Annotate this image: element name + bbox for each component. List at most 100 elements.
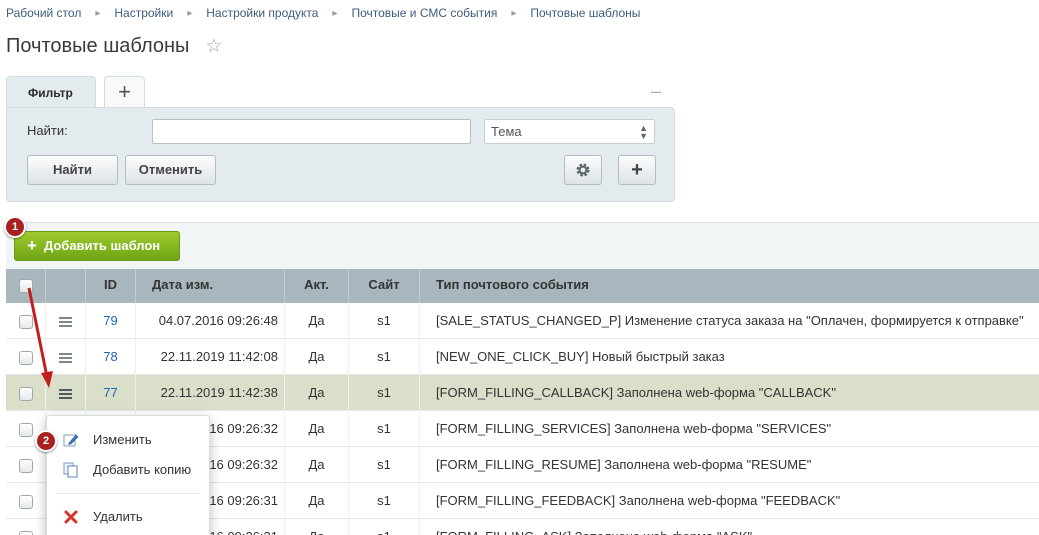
search-input[interactable] <box>152 119 471 144</box>
row-active: Да <box>285 447 349 482</box>
row-actions-cell <box>46 339 86 374</box>
find-button[interactable]: Найти <box>27 155 118 185</box>
search-field-select-value: Тема <box>491 124 522 139</box>
row-checkbox[interactable] <box>18 314 33 329</box>
step-badge-2: 2 <box>35 430 57 452</box>
edit-pencil-icon <box>63 434 79 447</box>
row-event-type: [FORM_FILLING_CALLBACK] Заполнена web-фо… <box>436 385 836 400</box>
row-active: Да <box>285 303 349 338</box>
table-row[interactable]: 79 04.07.2016 09:26:48 Да s1 [SALE_STATU… <box>6 303 1039 339</box>
select-all-checkbox[interactable] <box>18 278 33 293</box>
header-active[interactable]: Акт. <box>285 269 349 303</box>
breadcrumb: Рабочий стол ▸ Настройки ▸ Настройки про… <box>6 6 640 20</box>
page-title-container: Почтовые шаблоны ☆ <box>6 35 222 58</box>
row-id: 79 <box>86 303 136 338</box>
favorite-star-icon[interactable]: ☆ <box>205 35 222 58</box>
breadcrumb-separator-icon: ▸ <box>332 7 338 19</box>
header-site[interactable]: Сайт <box>349 269 420 303</box>
table-row[interactable]: 78 22.11.2019 11:42:08 Да s1 [NEW_ONE_CL… <box>6 339 1039 375</box>
row-id: 78 <box>86 339 136 374</box>
row-checkbox[interactable] <box>18 386 33 401</box>
row-id-link[interactable]: 79 <box>103 313 117 328</box>
gear-icon <box>576 163 590 177</box>
breadcrumb-product-settings[interactable]: Настройки продукта <box>206 6 318 20</box>
row-checkbox[interactable] <box>18 422 33 437</box>
breadcrumb-desktop[interactable]: Рабочий стол <box>6 6 81 20</box>
menu-item-edit[interactable]: Изменить <box>47 426 211 454</box>
breadcrumb-separator-icon: ▸ <box>511 7 517 19</box>
row-menu-icon[interactable] <box>59 351 72 365</box>
row-site: s1 <box>349 375 420 410</box>
menu-item-copy-label: Добавить копию <box>93 462 192 477</box>
menu-separator <box>57 493 199 494</box>
row-id-link[interactable]: 78 <box>103 349 117 364</box>
row-event-type: [NEW_ONE_CLICK_BUY] Новый быстрый заказ <box>436 349 725 364</box>
row-checkbox-cell <box>6 303 46 338</box>
row-checkbox[interactable] <box>18 350 33 365</box>
row-event-type: [FORM_FILLING_SERVICES] Заполнена web-фо… <box>436 421 832 436</box>
row-menu-icon[interactable] <box>59 387 72 401</box>
row-id: 77 <box>86 375 136 410</box>
row-menu-icon[interactable] <box>59 315 72 329</box>
row-active: Да <box>285 339 349 374</box>
breadcrumb-mail-events[interactable]: Почтовые и СМС события <box>351 6 497 20</box>
header-id[interactable]: ID <box>86 269 136 303</box>
table-row-selected[interactable]: 77 22.11.2019 11:42:38 Да s1 [FORM_FILLI… <box>6 375 1039 411</box>
breadcrumb-separator-icon: ▸ <box>187 7 193 19</box>
row-site: s1 <box>349 447 420 482</box>
cancel-button[interactable]: Отменить <box>125 155 216 185</box>
row-event-type: [FORM_FILLING_FEEDBACK] Заполнена web-фо… <box>436 493 841 508</box>
menu-item-delete[interactable]: Удалить <box>47 503 211 531</box>
row-site: s1 <box>349 303 420 338</box>
delete-cross-icon <box>64 510 78 524</box>
add-template-button[interactable]: + Добавить шаблон <box>14 231 180 261</box>
filter-panel: Найти: Тема ▲ ▼ Найти Отменить + <box>6 107 675 202</box>
row-checkbox-cell <box>6 339 46 374</box>
row-checkbox[interactable] <box>18 458 33 473</box>
menu-item-delete-label: Удалить <box>93 509 143 524</box>
step-badge-1: 1 <box>4 216 26 238</box>
row-site: s1 <box>349 411 420 446</box>
row-actions-cell <box>46 375 86 410</box>
select-arrows-icon: ▲ ▼ <box>639 123 648 141</box>
row-date: 04.07.2016 09:26:48 <box>136 303 285 338</box>
row-checkbox-cell <box>6 375 46 410</box>
row-date: 22.11.2019 11:42:08 <box>136 339 285 374</box>
row-checkbox[interactable] <box>18 530 33 535</box>
header-date[interactable]: Дата изм. <box>136 269 285 303</box>
grid-header: ID Дата изм. Акт. Сайт Тип почтового соб… <box>6 269 1039 303</box>
menu-item-edit-label: Изменить <box>93 432 152 447</box>
row-checkbox[interactable] <box>18 494 33 509</box>
row-context-menu: Изменить Добавить копию Удалить <box>46 415 210 535</box>
collapse-filter-icon[interactable]: – <box>651 81 661 102</box>
plus-icon: + <box>631 159 643 181</box>
row-event-type: [FORM_FILLING_ASK] Заполнена web-форма "… <box>420 519 1039 535</box>
add-filter-tab-button[interactable]: + <box>104 76 145 108</box>
row-active: Да <box>285 483 349 518</box>
row-checkbox-cell <box>6 447 46 482</box>
tab-filter[interactable]: Фильтр <box>6 76 96 108</box>
row-date: 22.11.2019 11:42:38 <box>136 375 285 410</box>
breadcrumb-settings[interactable]: Настройки <box>114 6 173 20</box>
row-event-type: [FORM_FILLING_RESUME] Заполнена web-форм… <box>436 457 812 472</box>
row-site: s1 <box>349 339 420 374</box>
row-active: Да <box>285 375 349 410</box>
menu-item-copy[interactable]: Добавить копию <box>47 456 211 484</box>
header-event-type[interactable]: Тип почтового события <box>420 269 1039 303</box>
select-all-cell <box>6 269 46 303</box>
row-site: s1 <box>349 483 420 518</box>
row-checkbox-cell <box>6 519 46 535</box>
filter-settings-button[interactable] <box>564 155 602 185</box>
add-filter-field-button[interactable]: + <box>618 155 656 185</box>
breadcrumb-separator-icon: ▸ <box>95 7 101 19</box>
row-active: Да <box>285 519 349 535</box>
search-label: Найти: <box>27 123 68 138</box>
search-field-select[interactable]: Тема ▲ ▼ <box>484 119 655 144</box>
row-active: Да <box>285 411 349 446</box>
row-checkbox-cell <box>6 483 46 518</box>
breadcrumb-mail-templates[interactable]: Почтовые шаблоны <box>530 6 640 20</box>
row-id-link[interactable]: 77 <box>103 385 117 400</box>
page-title: Почтовые шаблоны <box>6 35 190 57</box>
row-event-type: [SALE_STATUS_CHANGED_P] Изменение статус… <box>436 313 1024 328</box>
actions-header <box>46 269 86 303</box>
